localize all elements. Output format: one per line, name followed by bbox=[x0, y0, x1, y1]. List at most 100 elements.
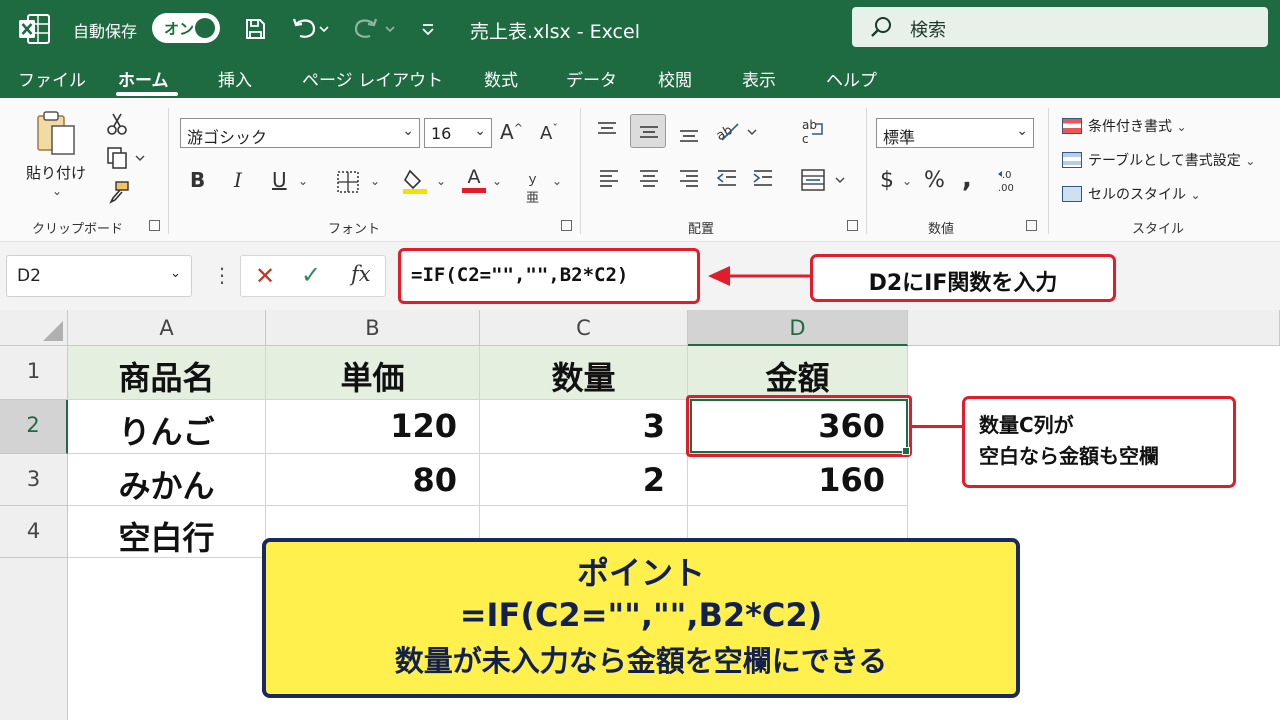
conditional-formatting-button[interactable]: 条件付き書式 ⌄ bbox=[1062, 116, 1187, 136]
more-options-icon[interactable]: ⋮ bbox=[212, 263, 232, 287]
chevron-down-icon[interactable]: ⌄ bbox=[902, 174, 912, 188]
row-header-3[interactable]: 3 bbox=[0, 454, 68, 506]
italic-icon[interactable]: I bbox=[234, 168, 242, 192]
table-cell[interactable]: みかん bbox=[68, 454, 266, 506]
formula-input[interactable]: =IF(C2="","",B2*C2) bbox=[398, 248, 700, 304]
select-all-button[interactable] bbox=[0, 310, 68, 346]
table-header-cell[interactable]: 金額 bbox=[688, 346, 908, 400]
blank-note-line: 空白なら金額も空欄 bbox=[979, 444, 1159, 468]
font-launcher-icon[interactable] bbox=[561, 220, 572, 231]
row-header-1[interactable]: 1 bbox=[0, 346, 68, 400]
decrease-indent-icon[interactable] bbox=[716, 168, 738, 192]
underline-icon[interactable]: U bbox=[272, 168, 287, 192]
row-header-2[interactable]: 2 bbox=[0, 400, 68, 454]
search-box[interactable]: 検索 bbox=[852, 7, 1268, 47]
align-bottom-icon[interactable] bbox=[678, 124, 700, 148]
increase-font-icon[interactable]: A^ bbox=[500, 120, 523, 144]
font-name-select[interactable]: 游ゴシック ⌄ bbox=[180, 118, 420, 148]
align-top-icon[interactable] bbox=[596, 120, 618, 144]
table-cell[interactable]: 空白行 bbox=[68, 506, 266, 558]
table-header-cell[interactable]: 単価 bbox=[266, 346, 480, 400]
cut-icon[interactable] bbox=[106, 112, 128, 140]
number-format-select[interactable]: 標準 ⌄ bbox=[876, 118, 1034, 148]
table-header-cell[interactable]: 数量 bbox=[480, 346, 688, 400]
tab-help[interactable]: ヘルプ bbox=[826, 66, 877, 91]
customize-qat-icon[interactable] bbox=[420, 16, 436, 42]
tab-insert[interactable]: 挿入 bbox=[218, 66, 252, 91]
paste-icon[interactable] bbox=[32, 110, 80, 162]
tab-page-layout[interactable]: ページ レイアウト bbox=[302, 66, 443, 91]
font-size-select[interactable]: 16 ⌄ bbox=[424, 118, 492, 148]
name-box[interactable]: D2 ⌄ bbox=[6, 255, 192, 297]
copy-icon[interactable] bbox=[106, 146, 146, 174]
align-middle-button[interactable] bbox=[630, 114, 666, 148]
save-icon[interactable] bbox=[242, 16, 268, 42]
table-cell[interactable]: りんご bbox=[68, 400, 266, 454]
clipboard-launcher-icon[interactable] bbox=[149, 220, 160, 231]
conditional-formatting-label: 条件付き書式 bbox=[1088, 119, 1172, 135]
chevron-down-icon[interactable]: ⌄ bbox=[492, 174, 502, 188]
tab-home[interactable]: ホーム bbox=[118, 66, 169, 91]
fill-handle[interactable] bbox=[902, 447, 910, 455]
alignment-launcher-icon[interactable] bbox=[847, 220, 858, 231]
align-middle-icon bbox=[640, 126, 658, 138]
autosave-toggle[interactable]: オン bbox=[152, 13, 220, 43]
table-cell[interactable]: 120 bbox=[266, 400, 480, 454]
fill-color-icon[interactable] bbox=[402, 168, 428, 198]
column-header-a[interactable]: A bbox=[68, 310, 266, 346]
chevron-down-icon[interactable]: ⌄ bbox=[552, 174, 562, 188]
align-left-icon[interactable] bbox=[598, 168, 620, 192]
enter-check-icon[interactable]: ✓ bbox=[301, 261, 321, 289]
table-cell[interactable]: 2 bbox=[480, 454, 688, 506]
column-header-c[interactable]: C bbox=[480, 310, 688, 346]
decrease-font-icon[interactable]: Aˇ bbox=[540, 122, 558, 144]
phonetic-guide-icon[interactable]: ｙ亜 bbox=[526, 168, 539, 206]
increase-decimal-icon[interactable]: .0.00 bbox=[996, 166, 1026, 198]
cell-styles-button[interactable]: セルのスタイル ⌄ bbox=[1062, 184, 1201, 204]
align-center-icon[interactable] bbox=[638, 168, 660, 192]
point-formula: =IF(C2="","",B2*C2) bbox=[459, 596, 823, 634]
paste-label[interactable]: 貼り付け bbox=[26, 162, 86, 183]
svg-text:.0: .0 bbox=[1002, 170, 1012, 181]
chevron-down-icon[interactable]: ⌄ bbox=[370, 174, 380, 188]
font-size-value: 16 bbox=[431, 124, 452, 143]
column-header-b[interactable]: B bbox=[266, 310, 480, 346]
borders-icon[interactable] bbox=[336, 170, 360, 198]
point-text: 数量が未入力なら金額を空欄にできる bbox=[394, 644, 888, 678]
tab-formulas[interactable]: 数式 bbox=[484, 66, 518, 91]
merge-center-icon[interactable] bbox=[800, 168, 848, 196]
table-cell[interactable]: 80 bbox=[266, 454, 480, 506]
column-header-d[interactable]: D bbox=[688, 310, 908, 346]
table-cell[interactable]: 160 bbox=[688, 454, 908, 506]
wrap-text-icon[interactable]: ab c bbox=[800, 118, 826, 150]
comma-style-icon[interactable]: , bbox=[962, 164, 972, 194]
ribbon-tabs: ファイル ホーム 挿入 ページ レイアウト 数式 データ 校閲 表示 ヘルプ bbox=[0, 58, 1280, 98]
number-launcher-icon[interactable] bbox=[1026, 220, 1037, 231]
tab-data[interactable]: データ bbox=[566, 66, 617, 91]
row-header-4[interactable]: 4 bbox=[0, 506, 68, 558]
cancel-icon[interactable]: ✕ bbox=[255, 262, 275, 290]
align-right-icon[interactable] bbox=[678, 168, 700, 192]
undo-icon[interactable] bbox=[290, 16, 330, 42]
format-painter-icon[interactable] bbox=[108, 180, 130, 208]
paste-dropdown-icon[interactable]: ⌄ bbox=[52, 184, 62, 198]
increase-indent-icon[interactable] bbox=[752, 168, 774, 192]
point-title: ポイント bbox=[576, 554, 705, 592]
orientation-icon[interactable]: ab bbox=[714, 118, 760, 148]
conditional-formatting-icon bbox=[1062, 118, 1082, 134]
chevron-down-icon: ⌄ bbox=[1016, 123, 1028, 139]
table-cell[interactable]: 3 bbox=[480, 400, 688, 454]
tab-view[interactable]: 表示 bbox=[742, 66, 776, 91]
tab-review[interactable]: 校閲 bbox=[658, 66, 692, 91]
redo-icon[interactable] bbox=[352, 16, 398, 42]
font-color-icon[interactable]: A bbox=[462, 166, 486, 193]
insert-function-icon[interactable]: fx bbox=[351, 262, 371, 286]
tab-file[interactable]: ファイル bbox=[18, 66, 86, 91]
currency-icon[interactable]: $ bbox=[880, 168, 894, 193]
table-header-cell[interactable]: 商品名 bbox=[68, 346, 266, 400]
percent-icon[interactable]: % bbox=[924, 168, 945, 193]
bold-icon[interactable]: B bbox=[190, 168, 205, 192]
format-as-table-button[interactable]: テーブルとして書式設定 ⌄ bbox=[1062, 150, 1255, 170]
chevron-down-icon[interactable]: ⌄ bbox=[436, 174, 446, 188]
chevron-down-icon[interactable]: ⌄ bbox=[298, 174, 308, 188]
